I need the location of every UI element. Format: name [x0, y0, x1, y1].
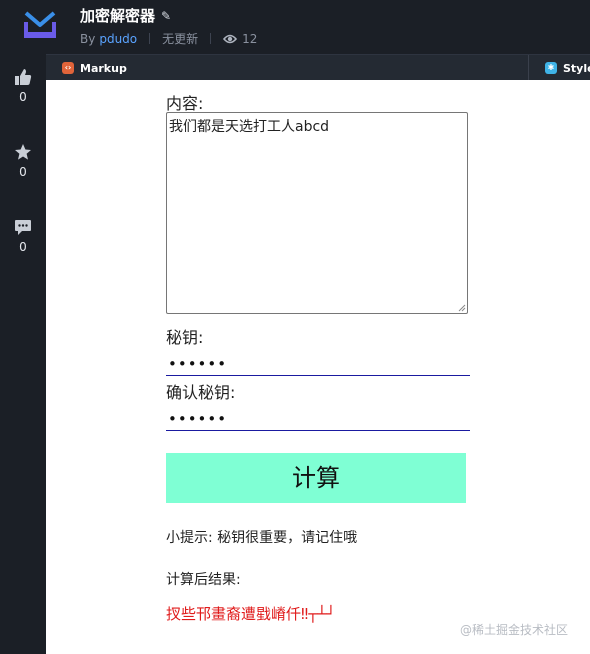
- content-textarea[interactable]: 我们都是天选打工人abcd: [166, 112, 468, 314]
- confirm-key-input[interactable]: ••••••: [166, 407, 470, 431]
- tab-markup-label: Markup: [80, 61, 127, 75]
- confirm-key-label: 确认秘钥:: [166, 383, 236, 402]
- header: 加密解密器 ✎ By pdudo 无更新 12: [0, 0, 590, 54]
- by-label: By: [80, 31, 96, 46]
- watermark: @稀土掘金技术社区: [460, 623, 569, 637]
- action-rail: 0 0 0: [0, 54, 46, 654]
- preview-panel: 内容: 我们都是天选打工人abcd 秘钥: •••••• 确认秘钥: •••••…: [46, 80, 590, 654]
- comment-count: 0: [19, 240, 27, 254]
- hint-text: 小提示: 秘钥很重要，请记住哦: [166, 530, 358, 546]
- star-icon: [15, 144, 31, 160]
- star-button[interactable]: 0: [0, 143, 46, 179]
- key-input[interactable]: ••••••: [166, 352, 470, 376]
- calculate-button[interactable]: 计算: [166, 453, 466, 503]
- page-title-row: 加密解密器 ✎: [80, 5, 171, 26]
- tab-style[interactable]: ✱ Style: [528, 55, 590, 81]
- comment-icon: [15, 220, 31, 235]
- key-label: 秘钥:: [166, 328, 204, 347]
- style-icon: ✱: [545, 62, 557, 74]
- view-count: 12: [242, 31, 258, 46]
- update-status: 无更新: [162, 32, 199, 46]
- content-value: 我们都是天选打工人abcd: [169, 119, 330, 135]
- divider: [210, 33, 212, 44]
- meta-row: By pdudo 无更新 12: [80, 30, 257, 47]
- pencil-icon[interactable]: ✎: [161, 9, 171, 23]
- result-label: 计算后结果:: [166, 572, 241, 588]
- markup-icon: ‹›: [62, 62, 74, 74]
- tab-style-label: Style: [563, 61, 590, 75]
- author-link[interactable]: pdudo: [99, 32, 137, 46]
- eye-icon: [223, 34, 238, 43]
- thumbs-up-icon: [15, 69, 32, 85]
- tab-bar: ‹› Markup ✱ Style: [46, 54, 590, 81]
- result-value: 扠些邗畫裔遭戥嵴仟‼┬┴┘: [166, 605, 336, 623]
- star-count: 0: [19, 165, 27, 179]
- resize-handle-icon[interactable]: [458, 304, 466, 312]
- divider: [149, 33, 151, 44]
- tab-markup[interactable]: ‹› Markup: [62, 55, 127, 81]
- like-count: 0: [19, 90, 27, 104]
- like-button[interactable]: 0: [0, 68, 46, 104]
- page-title: 加密解密器: [80, 7, 156, 25]
- brand-logo[interactable]: [20, 8, 60, 42]
- content-label: 内容:: [166, 94, 204, 113]
- comment-button[interactable]: 0: [0, 218, 46, 254]
